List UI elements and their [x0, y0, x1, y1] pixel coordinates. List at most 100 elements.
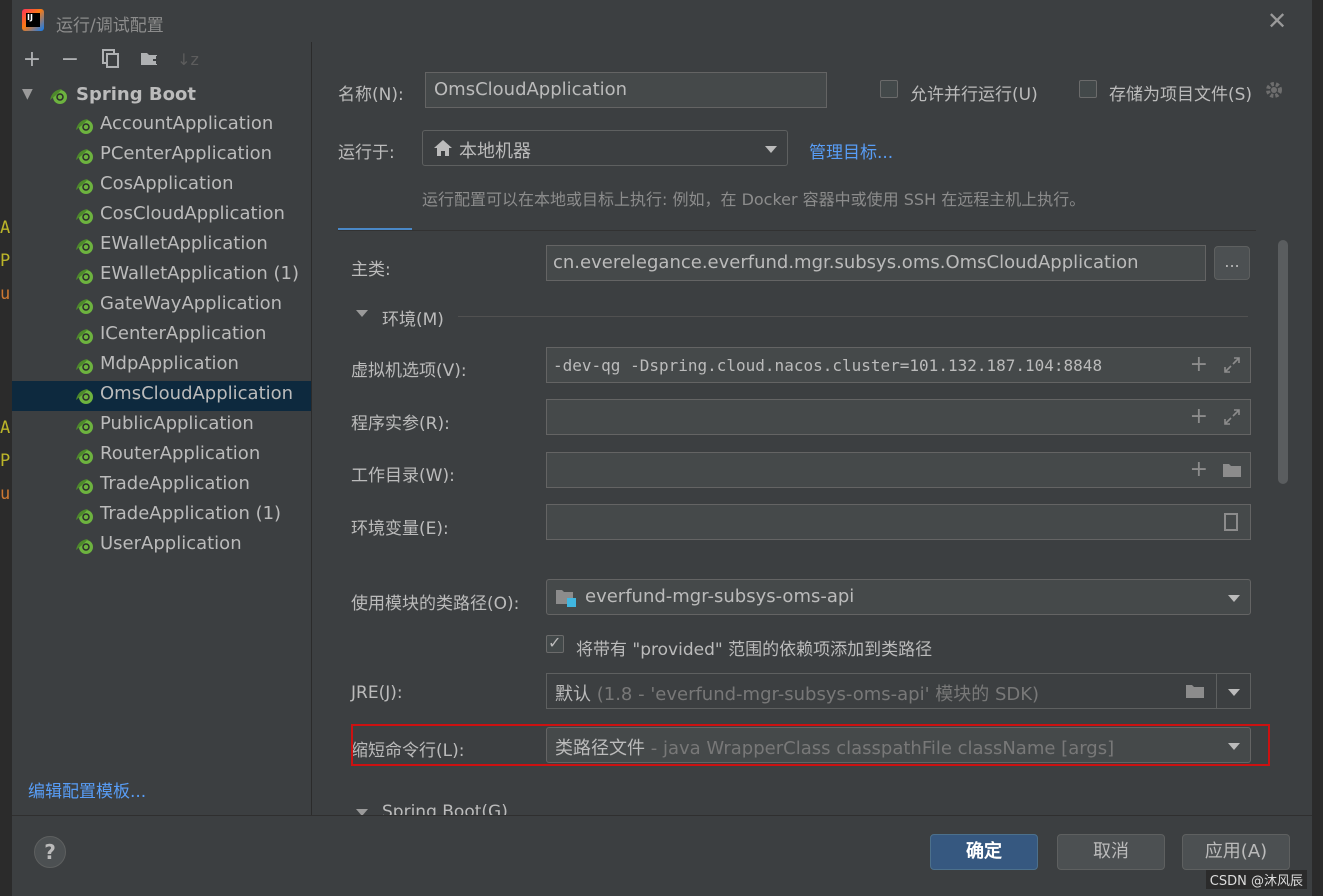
classpath-select[interactable]: everfund-mgr-subsys-oms-api	[546, 579, 1251, 615]
run-on-label: 运行于:	[338, 143, 395, 163]
sidebar-config-item[interactable]: GateWayApplication	[12, 291, 311, 321]
vm-options-label: 虚拟机选项(V):	[351, 361, 467, 381]
sidebar-config-item-label: GateWayApplication	[100, 293, 283, 314]
sidebar-config-item-label: PublicApplication	[100, 413, 254, 434]
expand-icon[interactable]	[1224, 409, 1240, 425]
folder-icon[interactable]	[1185, 683, 1205, 699]
sidebar-config-item[interactable]: AccountApplication	[12, 111, 311, 141]
copy-icon[interactable]	[98, 48, 122, 72]
title-bar: IJ 运行/调试配置 ✕	[12, 0, 1312, 42]
chevron-down-icon[interactable]: ▼	[22, 86, 33, 102]
sidebar-config-item[interactable]: RouterApplication	[12, 441, 311, 471]
spring-boot-run-icon	[74, 536, 94, 556]
spring-boot-run-icon	[74, 236, 94, 256]
spring-boot-icon	[50, 89, 67, 104]
spring-boot-run-icon	[74, 116, 94, 136]
gear-icon[interactable]	[1264, 80, 1284, 100]
jre-value: 默认	[555, 684, 591, 705]
add-icon[interactable]: +	[1190, 459, 1208, 481]
close-icon[interactable]: ✕	[1264, 8, 1290, 34]
store-as-project-checkbox[interactable]	[1079, 80, 1097, 98]
module-folder-icon	[556, 590, 576, 607]
jre-dropdown-button[interactable]	[1216, 673, 1251, 709]
chevron-down-icon	[765, 146, 777, 153]
section-divider	[458, 316, 1248, 317]
sidebar-config-item-label: PCenterApplication	[100, 143, 273, 164]
spring-boot-run-icon	[74, 386, 94, 406]
dialog-footer: ? 确定 取消 应用(A)	[12, 815, 1312, 896]
background-editor-right	[1312, 0, 1323, 895]
sidebar-config-item[interactable]: PublicApplication	[12, 411, 311, 441]
provided-scope-label: 将带有 "provided" 范围的依赖项添加到类路径	[576, 640, 933, 660]
sidebar-config-item[interactable]: TradeApplication (1)	[12, 501, 311, 531]
spring-boot-run-icon	[74, 416, 94, 436]
run-on-hint: 运行配置可以在本地或目标上执行: 例如，在 Docker 容器中或使用 SSH …	[422, 190, 1086, 209]
run-debug-config-dialog: IJ 运行/调试配置 ✕ + − ↓z ▼ Spring Boot Accoun…	[12, 0, 1312, 896]
spring-boot-run-icon	[74, 356, 94, 376]
vm-options-input[interactable]: -dev-qg -Dspring.cloud.nacos.cluster=101…	[546, 347, 1251, 383]
sort-icon[interactable]: ↓z	[176, 48, 200, 72]
tree-root-label: Spring Boot	[76, 84, 196, 105]
sidebar-config-item[interactable]: UserApplication	[12, 531, 311, 561]
program-args-label: 程序实参(R):	[351, 414, 450, 434]
expand-icon[interactable]	[1224, 357, 1240, 373]
edit-templates-link[interactable]: 编辑配置模板...	[28, 777, 146, 802]
tree-root-spring-boot[interactable]: ▼ Spring Boot	[12, 82, 311, 110]
jre-label: JRE(J):	[351, 683, 403, 703]
vertical-scrollbar[interactable]	[1278, 240, 1288, 484]
sidebar-config-item-label: CosApplication	[100, 173, 234, 194]
provided-scope-checkbox[interactable]	[546, 633, 564, 653]
sidebar-config-item-label: EWalletApplication	[100, 233, 268, 254]
jre-input[interactable]: 默认 (1.8 - 'everfund-mgr-subsys-oms-api' …	[546, 673, 1218, 709]
main-class-input[interactable]: cn.everelegance.everfund.mgr.subsys.oms.…	[546, 245, 1206, 281]
folder-add-icon[interactable]	[138, 48, 162, 72]
browse-main-class-button[interactable]: ...	[1214, 246, 1250, 280]
allow-parallel-label: 允许并行运行(U)	[910, 85, 1038, 105]
watermark: CSDN @沐风辰	[1205, 870, 1307, 889]
remove-icon[interactable]: −	[58, 48, 82, 72]
name-input[interactable]: OmsCloudApplication	[425, 72, 827, 108]
add-icon[interactable]: +	[1190, 406, 1208, 428]
sidebar-config-item[interactable]: PCenterApplication	[12, 141, 311, 171]
sidebar-config-item[interactable]: ICenterApplication	[12, 321, 311, 351]
apply-button[interactable]: 应用(A)	[1182, 834, 1290, 870]
sidebar-config-item-label: TradeApplication (1)	[100, 503, 282, 524]
tree-toolbar: + − ↓z	[12, 42, 311, 78]
cancel-button[interactable]: 取消	[1057, 834, 1165, 870]
env-section-title[interactable]: 环境(M)	[382, 305, 444, 330]
sidebar-config-item[interactable]: EWalletApplication	[12, 231, 311, 261]
spring-boot-run-icon	[74, 266, 94, 286]
working-dir-input[interactable]: +	[546, 452, 1251, 488]
sidebar-config-item[interactable]: CosApplication	[12, 171, 311, 201]
jre-detail: (1.8 - 'everfund-mgr-subsys-oms-api' 模块的…	[596, 684, 1040, 705]
folder-icon[interactable]	[1222, 462, 1242, 478]
env-vars-input[interactable]	[546, 504, 1251, 540]
section-collapse-icon[interactable]	[356, 310, 368, 317]
add-icon[interactable]: +	[1190, 354, 1208, 376]
sidebar-config-item-label: TradeApplication	[100, 473, 250, 494]
help-button[interactable]: ?	[34, 836, 66, 868]
sidebar-config-item-label: UserApplication	[100, 533, 242, 554]
sidebar-config-item[interactable]: CosCloudApplication	[12, 201, 311, 231]
manage-targets-link[interactable]: 管理目标...	[809, 138, 893, 163]
sidebar-config-item-label: AccountApplication	[100, 113, 274, 134]
name-label: 名称(N):	[338, 85, 404, 105]
allow-parallel-checkbox[interactable]	[880, 80, 898, 98]
program-args-input[interactable]: +	[546, 399, 1251, 435]
run-on-select[interactable]: 本地机器	[422, 130, 788, 166]
sidebar-config-item-label: CosCloudApplication	[100, 203, 285, 224]
spring-boot-section-title[interactable]: Spring Boot(G)	[382, 802, 508, 816]
sidebar-config-item[interactable]: EWalletApplication (1)	[12, 261, 311, 291]
window-title: 运行/调试配置	[56, 16, 164, 36]
spring-boot-run-icon	[74, 506, 94, 526]
ok-button[interactable]: 确定	[930, 834, 1038, 870]
sidebar-config-item[interactable]: OmsCloudApplication	[12, 381, 311, 411]
sidebar-config-item[interactable]: MdpApplication	[12, 351, 311, 381]
background-editor-left: A P u A P u	[0, 0, 12, 895]
add-icon[interactable]: +	[20, 48, 44, 72]
home-icon	[434, 140, 452, 156]
chevron-down-icon	[1228, 595, 1240, 602]
sidebar-config-item[interactable]: TradeApplication	[12, 471, 311, 501]
document-icon[interactable]	[1224, 513, 1238, 531]
spring-boot-run-icon	[74, 296, 94, 316]
